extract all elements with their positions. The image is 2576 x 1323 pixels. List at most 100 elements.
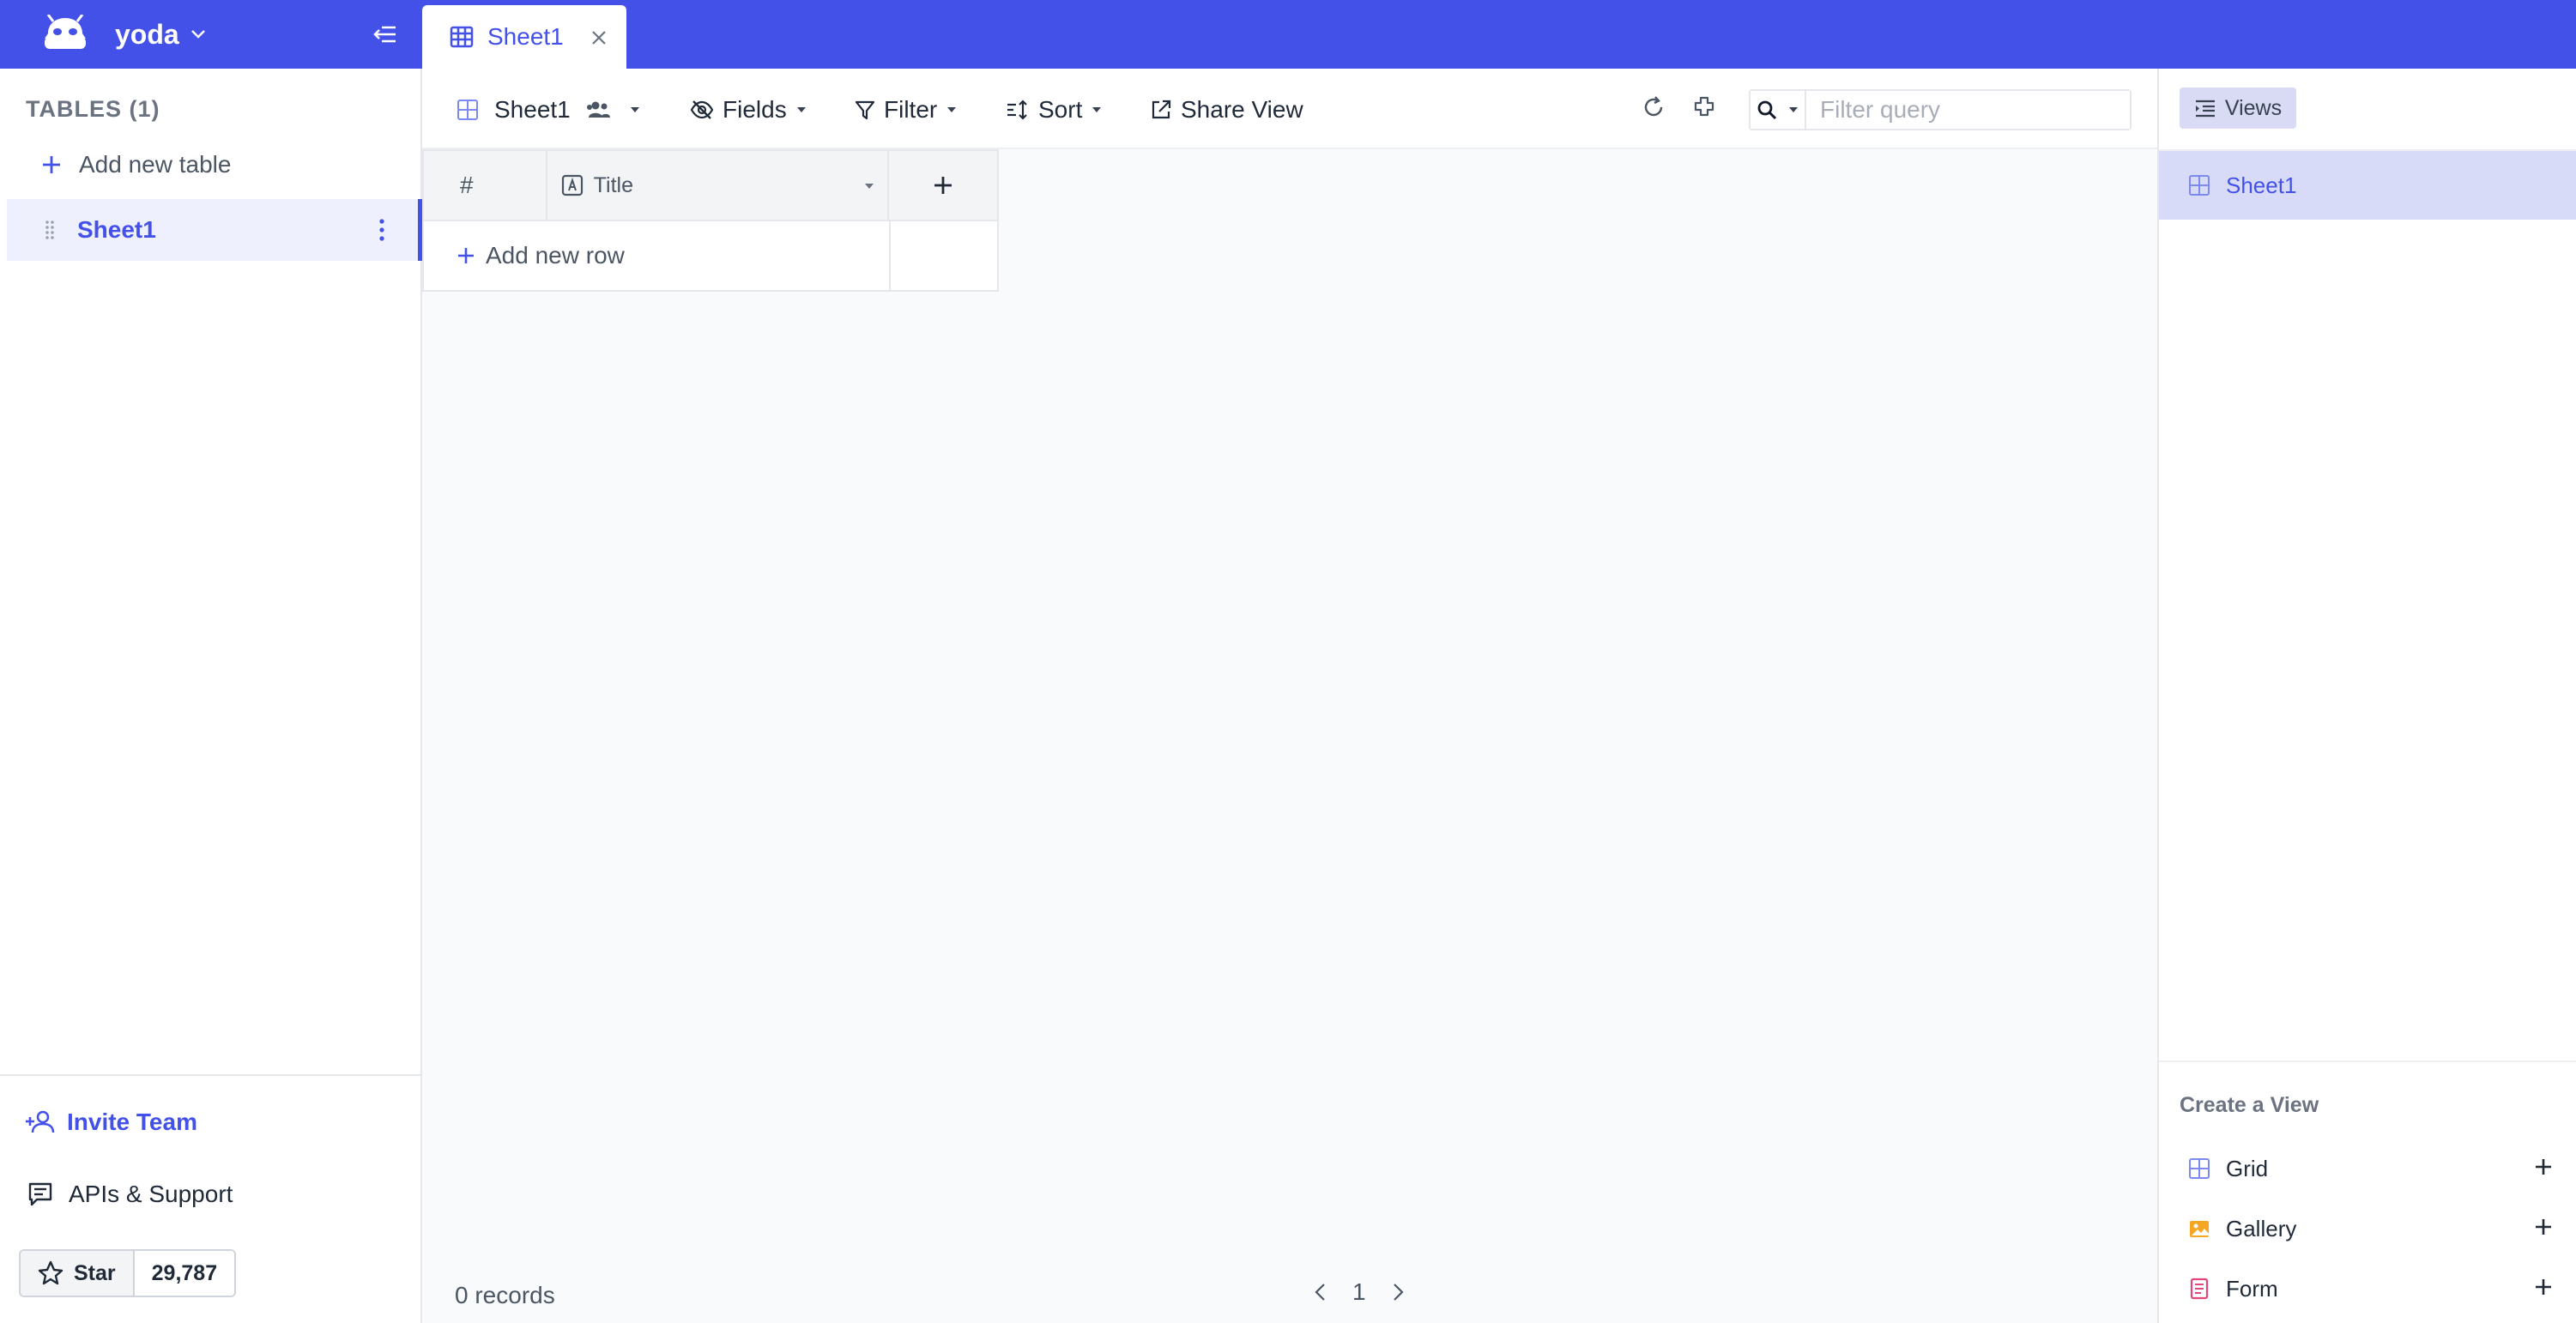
- github-star-count[interactable]: 29,787: [134, 1251, 235, 1296]
- chevron-right-icon[interactable]: [1390, 1282, 1406, 1302]
- search-box: [1749, 89, 2132, 130]
- sidebar-footer: Invite Team APIs & Support Star 29,787: [0, 1074, 420, 1323]
- star-icon: [38, 1260, 63, 1286]
- sort-button[interactable]: Sort: [1006, 91, 1103, 129]
- chevron-left-icon[interactable]: [1313, 1282, 1328, 1302]
- close-icon[interactable]: [590, 29, 608, 46]
- add-row-button[interactable]: Add new row: [424, 221, 891, 290]
- list-indent-icon: [2194, 99, 2216, 118]
- table-icon: [450, 26, 474, 48]
- caret-down-icon: [946, 106, 958, 114]
- create-view-section: Create a View Grid Gallery Form: [2159, 1060, 2576, 1323]
- external-link-icon: [1150, 99, 1172, 121]
- grid-footer: 0 records 1: [422, 1263, 2157, 1323]
- fields-label: Fields: [723, 96, 787, 123]
- current-page[interactable]: 1: [1352, 1278, 1366, 1306]
- invite-team-button[interactable]: Invite Team: [26, 1109, 197, 1136]
- gallery-view-icon: [2188, 1217, 2210, 1240]
- plus-icon: [2533, 1217, 2554, 1237]
- create-grid-label: Grid: [2226, 1155, 2269, 1181]
- search-icon: [1757, 100, 1777, 120]
- views-panel: Views Sheet1 Create a View Grid Gallery …: [2157, 69, 2576, 1323]
- create-view-heading: Create a View: [2180, 1093, 2319, 1117]
- create-form-view-button[interactable]: Form: [2159, 1263, 2576, 1314]
- sidebar: TABLES (1) Add new table Sheet1 Invite T…: [0, 69, 422, 1323]
- collapse-left-icon: [372, 24, 397, 45]
- tab-sheet1[interactable]: Sheet1: [422, 5, 626, 69]
- github-star-label: Star: [74, 1260, 116, 1285]
- create-grid-view-button[interactable]: Grid: [2159, 1143, 2576, 1194]
- view-item-label: Sheet1: [2226, 172, 2297, 198]
- users-icon: [586, 100, 612, 119]
- workspace-name: yoda: [115, 18, 179, 50]
- eye-off-icon: [690, 100, 714, 120]
- views-toggle-button[interactable]: Views: [2180, 88, 2296, 129]
- add-row-row: Add new row: [422, 220, 999, 292]
- invite-team-label: Invite Team: [67, 1109, 197, 1135]
- add-table-button[interactable]: Add new table: [41, 148, 231, 182]
- plus-icon: [457, 246, 475, 265]
- grid-view-icon: [457, 99, 479, 121]
- column-header-title[interactable]: Title: [547, 151, 890, 220]
- collapse-sidebar-button[interactable]: [367, 19, 402, 50]
- share-view-button[interactable]: Share View: [1150, 91, 1312, 129]
- form-view-icon: [2188, 1278, 2210, 1300]
- add-column-button[interactable]: [889, 151, 997, 220]
- top-bar: yoda Sheet1: [0, 0, 2576, 69]
- message-icon: [27, 1181, 53, 1207]
- add-row-label: Add new row: [486, 242, 625, 269]
- view-toolbar: Sheet1 Fields Filter Sort Share View Fil…: [422, 69, 2157, 149]
- row-number-header: #: [424, 151, 547, 220]
- plus-icon: [2533, 1157, 2554, 1177]
- caret-down-icon[interactable]: [863, 182, 875, 190]
- text-type-icon: [561, 174, 584, 196]
- expand-icon[interactable]: [1692, 94, 1716, 118]
- reload-icon[interactable]: [1641, 94, 1666, 120]
- grid-view-icon: [2188, 1157, 2210, 1180]
- fields-button[interactable]: Fields: [690, 91, 807, 129]
- create-form-label: Form: [2226, 1275, 2278, 1302]
- apis-support-button[interactable]: APIs & Support: [27, 1181, 233, 1208]
- add-table-label: Add new table: [79, 151, 232, 178]
- column-header-label: Title: [593, 172, 633, 197]
- main-area: Sheet1 Fields Filter Sort Share View Fil…: [422, 69, 2157, 1323]
- tab-label: Sheet1: [487, 23, 564, 50]
- filter-icon: [855, 100, 875, 120]
- sidebar-item-label: Sheet1: [77, 216, 156, 243]
- create-gallery-label: Gallery: [2226, 1215, 2297, 1241]
- plus-icon: [41, 154, 62, 175]
- pagination: 1: [1313, 1278, 1406, 1306]
- more-options-icon[interactable]: [378, 218, 386, 242]
- view-name-label: Sheet1: [494, 96, 571, 123]
- filter-button[interactable]: Filter: [855, 91, 958, 129]
- views-toggle-label: Views: [2224, 95, 2283, 120]
- chevron-down-icon: [190, 28, 207, 40]
- sort-label: Sort: [1038, 96, 1083, 123]
- drag-handle-icon[interactable]: [45, 220, 55, 240]
- filter-query-input[interactable]: [1806, 91, 2130, 129]
- apis-support-label: APIs & Support: [69, 1181, 233, 1207]
- plus-icon: [933, 175, 953, 196]
- caret-down-icon: [1787, 106, 1799, 114]
- sort-icon: [1006, 100, 1030, 120]
- plus-icon: [2533, 1277, 2554, 1297]
- github-star-widget: Star 29,787: [19, 1249, 237, 1297]
- sidebar-item-sheet1[interactable]: Sheet1: [7, 199, 422, 261]
- github-star-button[interactable]: Star: [21, 1251, 135, 1296]
- search-field-selector[interactable]: [1751, 91, 1806, 129]
- caret-down-icon: [1091, 106, 1103, 114]
- tables-heading: TABLES (1): [26, 96, 160, 122]
- share-view-label: Share View: [1181, 96, 1303, 123]
- caret-down-icon: [795, 106, 807, 114]
- grid-view-icon: [2188, 174, 2210, 196]
- view-name-menu[interactable]: Sheet1: [457, 91, 641, 129]
- add-user-icon: [26, 1110, 55, 1134]
- caret-down-icon: [629, 106, 641, 114]
- create-gallery-view-button[interactable]: Gallery: [2159, 1203, 2576, 1254]
- logo-icon: [41, 15, 89, 54]
- records-count: 0 records: [455, 1282, 555, 1308]
- filter-label: Filter: [884, 96, 938, 123]
- workspace-switcher[interactable]: yoda: [41, 10, 207, 58]
- grid-header-row: # Title: [422, 149, 999, 221]
- view-item-sheet1[interactable]: Sheet1: [2159, 151, 2576, 220]
